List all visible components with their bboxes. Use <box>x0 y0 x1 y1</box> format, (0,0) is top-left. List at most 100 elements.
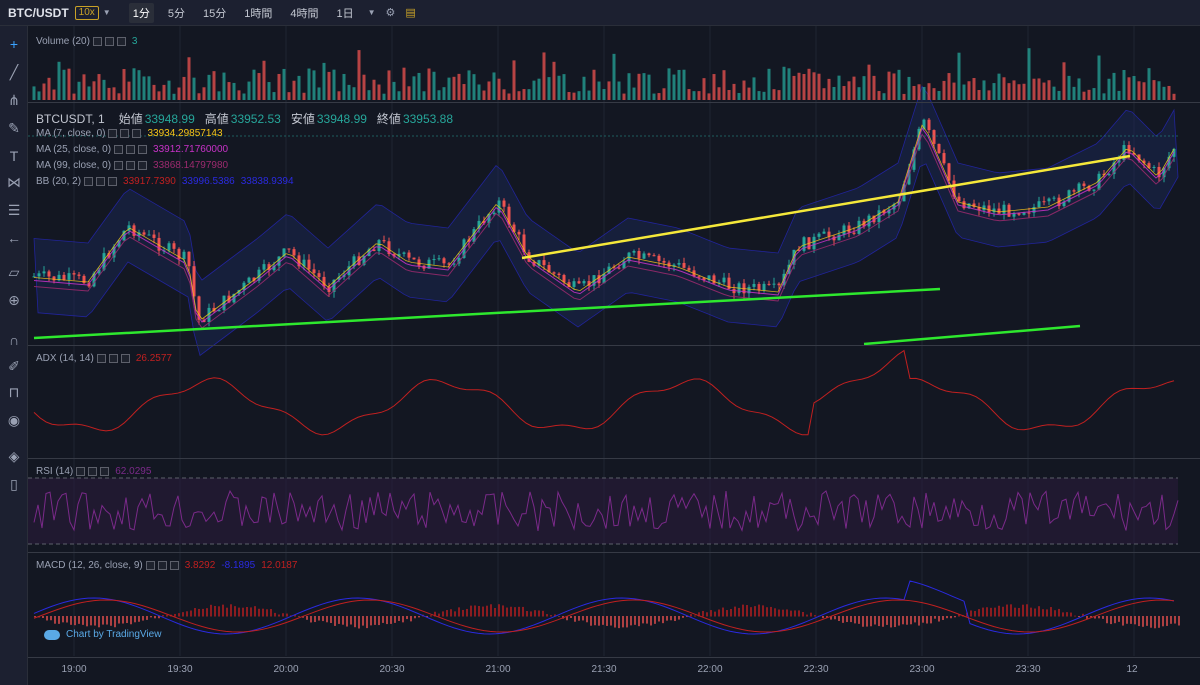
pane-separator[interactable] <box>28 458 1200 459</box>
close-icon[interactable] <box>116 37 126 46</box>
macd-histogram <box>582 616 584 621</box>
volume-bar <box>1012 80 1016 100</box>
eye-icon[interactable] <box>114 145 124 154</box>
settings-icon[interactable] <box>104 37 114 46</box>
symbol-label[interactable]: BTC/USDT <box>8 6 69 20</box>
close-icon[interactable] <box>138 145 148 154</box>
tradingview-badge[interactable]: Chart by TradingView <box>44 629 161 640</box>
timeframe-1d[interactable]: 1日 <box>332 3 357 23</box>
leverage-badge[interactable]: 10x <box>74 5 99 20</box>
macd-histogram <box>786 609 788 617</box>
eye-icon[interactable] <box>108 129 118 138</box>
macd-histogram <box>362 616 364 626</box>
volume-bar <box>972 78 976 100</box>
volume-bar <box>557 75 561 100</box>
volume-bar <box>687 89 691 100</box>
settings-icon[interactable] <box>126 161 136 170</box>
volume-bar <box>597 81 601 100</box>
arrow-back-icon[interactable]: ← <box>4 228 24 248</box>
zoom-in-icon[interactable]: ⊕ <box>4 290 24 310</box>
macd-histogram <box>1130 616 1132 624</box>
timeframe-15m[interactable]: 15分 <box>199 3 230 23</box>
volume-bar <box>552 61 556 100</box>
timeframe-4h[interactable]: 4時間 <box>286 3 322 23</box>
text-icon[interactable]: T <box>4 146 24 166</box>
macd-histogram <box>130 616 132 625</box>
layers-icon[interactable]: ◈ <box>4 446 24 466</box>
macd-histogram <box>266 609 268 617</box>
settings-icon[interactable] <box>108 354 118 363</box>
settings-icon[interactable] <box>96 177 106 186</box>
volume-bar <box>787 68 791 100</box>
close-icon[interactable] <box>108 177 118 186</box>
macd-histogram <box>210 604 212 617</box>
notes-icon[interactable]: ▤ <box>405 6 415 19</box>
settings-icon[interactable] <box>88 467 98 476</box>
fibonacci-icon[interactable]: ☰ <box>4 200 24 220</box>
ma25-value: 33912.71760000 <box>153 144 229 155</box>
chevron-down-icon[interactable]: ▼ <box>103 8 111 17</box>
macd-histogram <box>694 615 696 617</box>
volume-bar <box>957 52 961 100</box>
pane-separator[interactable] <box>28 552 1200 553</box>
settings-icon[interactable] <box>120 129 130 138</box>
volume-bar <box>97 74 101 100</box>
macd-histogram <box>774 608 776 617</box>
indicator-settings-icon[interactable]: ⚙ <box>386 6 396 19</box>
candle <box>517 231 521 235</box>
pane-separator[interactable] <box>28 345 1200 346</box>
volume-bar <box>747 87 751 100</box>
rsi-legend: RSI (14) 62.0295 <box>36 466 151 477</box>
bb-legend: BB (20, 2) 33917.7390 33996.5386 33838.9… <box>36 176 294 187</box>
trash-icon[interactable]: ▯ <box>4 474 24 494</box>
macd-histogram <box>874 616 876 625</box>
crosshair-icon[interactable]: + <box>4 34 24 54</box>
trendline-icon[interactable]: ╱ <box>4 62 24 82</box>
close-icon[interactable] <box>132 129 142 138</box>
macd-histogram <box>662 616 664 624</box>
macd-histogram <box>898 616 900 626</box>
magnet-icon[interactable]: ∩ <box>4 330 24 350</box>
macd-histogram <box>678 616 680 620</box>
volume-bar <box>952 82 956 100</box>
volume-bar <box>1037 78 1041 100</box>
timeframe-1h[interactable]: 1時間 <box>240 3 276 23</box>
time-axis[interactable]: 19:00 19:30 20:00 20:30 21:00 21:30 22:0… <box>28 657 1200 685</box>
close-icon[interactable] <box>100 467 110 476</box>
eye-icon[interactable] <box>96 354 106 363</box>
pattern-icon[interactable]: ⋈ <box>4 172 24 192</box>
macd-histogram <box>938 616 940 622</box>
settings-icon[interactable] <box>157 561 167 570</box>
eye-icon[interactable] <box>114 161 124 170</box>
macd-histogram <box>910 616 912 625</box>
volume-bar <box>1057 90 1061 100</box>
macd-histogram <box>106 616 108 625</box>
volume-bar <box>592 69 596 100</box>
high-value: 33952.53 <box>230 111 281 126</box>
brush-icon[interactable]: ✎ <box>4 118 24 138</box>
close-icon[interactable] <box>138 161 148 170</box>
volume-bar <box>112 87 116 100</box>
pane-separator[interactable] <box>28 102 1200 103</box>
close-icon[interactable] <box>120 354 130 363</box>
volume-bar <box>977 90 981 100</box>
eye-icon[interactable]: ◉ <box>4 410 24 430</box>
unlock-icon[interactable]: ⊓ <box>4 382 24 402</box>
volume-bar <box>927 83 931 100</box>
macd-histogram <box>502 605 504 617</box>
ruler-icon[interactable]: ▱ <box>4 262 24 282</box>
main-legend: BTCUSDT, 1 始値 33948.99 高値 33952.53 安値 33… <box>36 110 453 127</box>
eye-icon[interactable] <box>84 177 94 186</box>
eye-icon[interactable] <box>92 37 102 46</box>
settings-icon[interactable] <box>126 145 136 154</box>
pitchfork-icon[interactable]: ⋔ <box>4 90 24 110</box>
chevron-down-icon[interactable]: ▼ <box>368 8 376 17</box>
close-icon[interactable] <box>169 561 179 570</box>
timeframe-5m[interactable]: 5分 <box>164 3 189 23</box>
eye-icon[interactable] <box>76 467 86 476</box>
timeframe-1m[interactable]: 1分 <box>128 2 154 23</box>
lock-drawing-icon[interactable]: ✐ <box>4 356 24 376</box>
chart-area[interactable]: Volume (20) 3 BTCUSDT, 1 始値 33948.99 高値 … <box>28 26 1200 685</box>
eye-icon[interactable] <box>145 561 155 570</box>
volume-bar <box>637 73 641 100</box>
